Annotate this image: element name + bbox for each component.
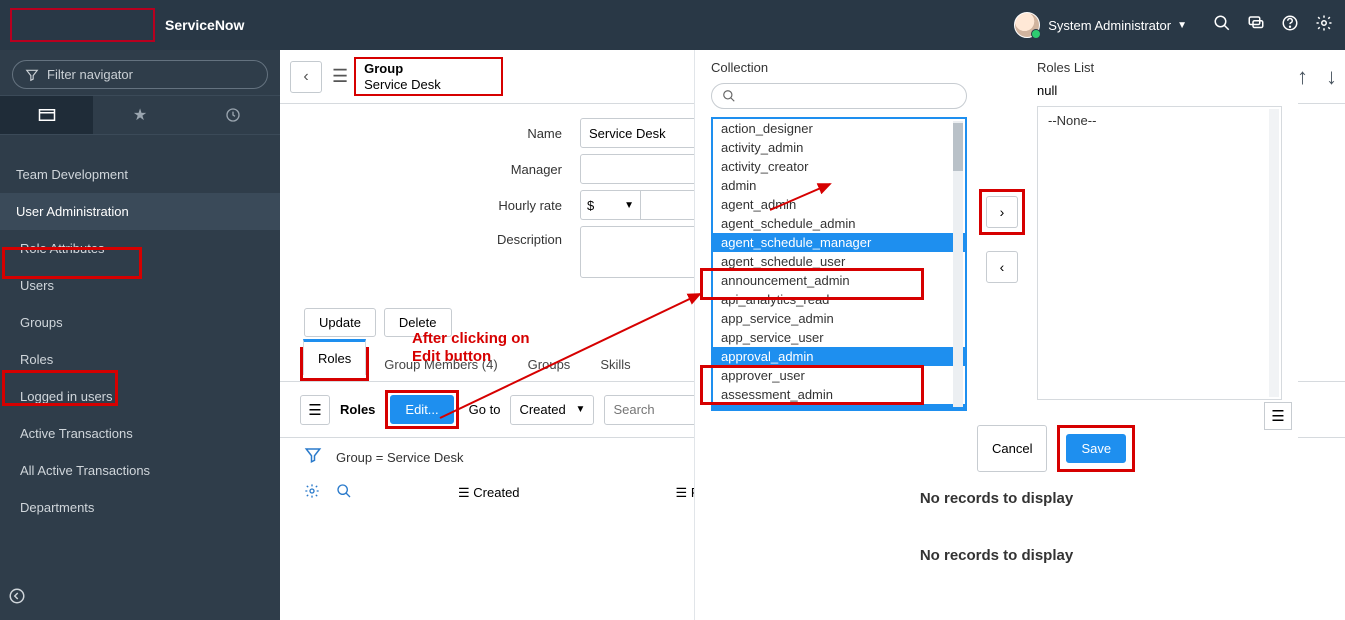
nav-item-users[interactable]: Users: [0, 267, 280, 304]
avatar[interactable]: [1014, 12, 1040, 38]
add-role-button[interactable]: ›: [986, 196, 1018, 228]
nav-item-active-transactions[interactable]: Active Transactions: [0, 415, 280, 452]
prev-record-icon[interactable]: ↑: [1297, 64, 1308, 90]
edit-button[interactable]: Edit...: [390, 395, 453, 424]
nav-item-departments[interactable]: Departments: [0, 489, 280, 526]
chat-icon[interactable]: [1245, 14, 1267, 37]
search-icon[interactable]: [1211, 14, 1233, 37]
annotation-text: After clicking onEdit button: [412, 330, 530, 366]
filter-navigator-input[interactable]: Filter navigator: [12, 60, 268, 89]
collection-item[interactable]: approval_admin: [713, 347, 965, 366]
roles-none: --None--: [1048, 113, 1096, 128]
collection-item[interactable]: agent_admin: [713, 195, 965, 214]
roles-menu-icon[interactable]: ☰: [1264, 402, 1292, 430]
col-created[interactable]: Created: [473, 485, 519, 500]
nav-body[interactable]: Team DevelopmentUser AdministrationRole …: [0, 156, 280, 620]
collection-item[interactable]: approver_user: [713, 366, 965, 385]
collection-item[interactable]: activity_creator: [713, 157, 965, 176]
collection-item[interactable]: agent_schedule_user: [713, 252, 965, 271]
next-record-icon[interactable]: ↓: [1326, 64, 1337, 90]
label-hourly: Hourly rate: [380, 198, 580, 213]
tab-skills[interactable]: Skills: [585, 347, 645, 381]
filter-placeholder: Filter navigator: [47, 67, 133, 82]
entity-label: Group: [364, 61, 403, 76]
collection-item[interactable]: admin: [713, 176, 965, 195]
funnel-icon: [25, 68, 39, 82]
entity-name: Service Desk: [364, 77, 441, 92]
nav-tab-row: ★: [0, 95, 280, 135]
collection-item[interactable]: asset: [713, 404, 965, 411]
scrollbar[interactable]: [953, 121, 963, 407]
funnel-icon[interactable]: [304, 446, 322, 469]
collection-item[interactable]: app_service_user: [713, 328, 965, 347]
collection-item[interactable]: agent_schedule_manager: [713, 233, 965, 252]
collection-item[interactable]: action_designer: [713, 119, 965, 138]
nav-collapse-icon[interactable]: [8, 587, 26, 610]
collection-label: Collection: [711, 60, 967, 75]
list-label-roles: Roles: [340, 402, 375, 417]
collection-item[interactable]: api_analytics_read: [713, 290, 965, 309]
list-search-icon[interactable]: [336, 483, 352, 502]
nav-tab-favorites-icon[interactable]: ★: [93, 96, 186, 134]
currency-select[interactable]: $▼: [580, 190, 640, 220]
chevron-down-icon: ▼: [576, 404, 586, 415]
chevron-down-icon: ▼: [624, 200, 634, 211]
no-records-2: No records to display: [711, 547, 1282, 564]
collection-item[interactable]: activity_admin: [713, 138, 965, 157]
scrollbar[interactable]: [1269, 109, 1279, 397]
label-name: Name: [380, 126, 580, 141]
form-menu-icon[interactable]: ☰: [332, 66, 348, 87]
remove-role-button[interactable]: ‹: [986, 251, 1018, 283]
collection-item[interactable]: assessment_admin: [713, 385, 965, 404]
roles-list-value: null: [1037, 83, 1282, 98]
nav-tab-history-icon[interactable]: [187, 96, 280, 134]
goto-label: Go to: [469, 402, 501, 417]
label-desc: Description: [380, 226, 580, 247]
collection-item[interactable]: announcement_admin: [713, 271, 965, 290]
help-icon[interactable]: [1279, 14, 1301, 37]
topbar: ServiceNow System Administrator ▼: [0, 0, 1345, 50]
save-button[interactable]: Save: [1066, 434, 1126, 463]
collection-search-input[interactable]: [711, 83, 967, 109]
breadcrumb-text[interactable]: Group = Service Desk: [336, 450, 464, 465]
list-menu-icon[interactable]: ☰: [300, 395, 330, 425]
logo-placeholder: [10, 8, 155, 42]
nav-item-user-administration[interactable]: User Administration: [0, 193, 280, 230]
nav-item-logged-in-users[interactable]: Logged in users: [0, 378, 280, 415]
collection-listbox[interactable]: action_designeractivity_adminactivity_cr…: [711, 117, 967, 411]
cancel-button[interactable]: Cancel: [977, 425, 1047, 472]
brand-label: ServiceNow: [165, 17, 244, 33]
left-nav: Filter navigator ★ Team DevelopmentUser …: [0, 50, 280, 620]
nav-item-all-active-transactions[interactable]: All Active Transactions: [0, 452, 280, 489]
collection-item[interactable]: app_service_admin: [713, 309, 965, 328]
collection-item[interactable]: agent_schedule_admin: [713, 214, 965, 233]
back-button[interactable]: ‹: [290, 61, 322, 93]
nav-item-team-development[interactable]: Team Development: [0, 156, 280, 193]
user-menu-chevron-icon[interactable]: ▼: [1177, 20, 1187, 31]
search-icon: [722, 89, 736, 103]
gear-icon[interactable]: [1313, 14, 1335, 37]
nav-item-roles[interactable]: Roles: [0, 341, 280, 378]
update-button[interactable]: Update: [304, 308, 376, 337]
nav-item-role-attributes[interactable]: Role Attributes: [0, 230, 280, 267]
label-manager: Manager: [380, 162, 580, 177]
list-gear-icon[interactable]: [304, 483, 320, 502]
user-name[interactable]: System Administrator: [1048, 18, 1171, 33]
roles-list-label: Roles List: [1037, 60, 1282, 75]
nav-tab-all-apps-icon[interactable]: [0, 96, 93, 134]
no-records-1: No records to display: [711, 490, 1282, 507]
nav-item-groups[interactable]: Groups: [0, 304, 280, 341]
record-title-block: Group Service Desk: [354, 57, 503, 96]
slushbucket-panel: Collection action_designeractivity_admin…: [694, 50, 1298, 620]
roles-listbox[interactable]: --None--: [1037, 106, 1282, 400]
tab-roles[interactable]: Roles: [303, 339, 366, 375]
panel-actions: Cancel Save: [977, 425, 1282, 472]
goto-select[interactable]: Created▼: [510, 395, 594, 425]
